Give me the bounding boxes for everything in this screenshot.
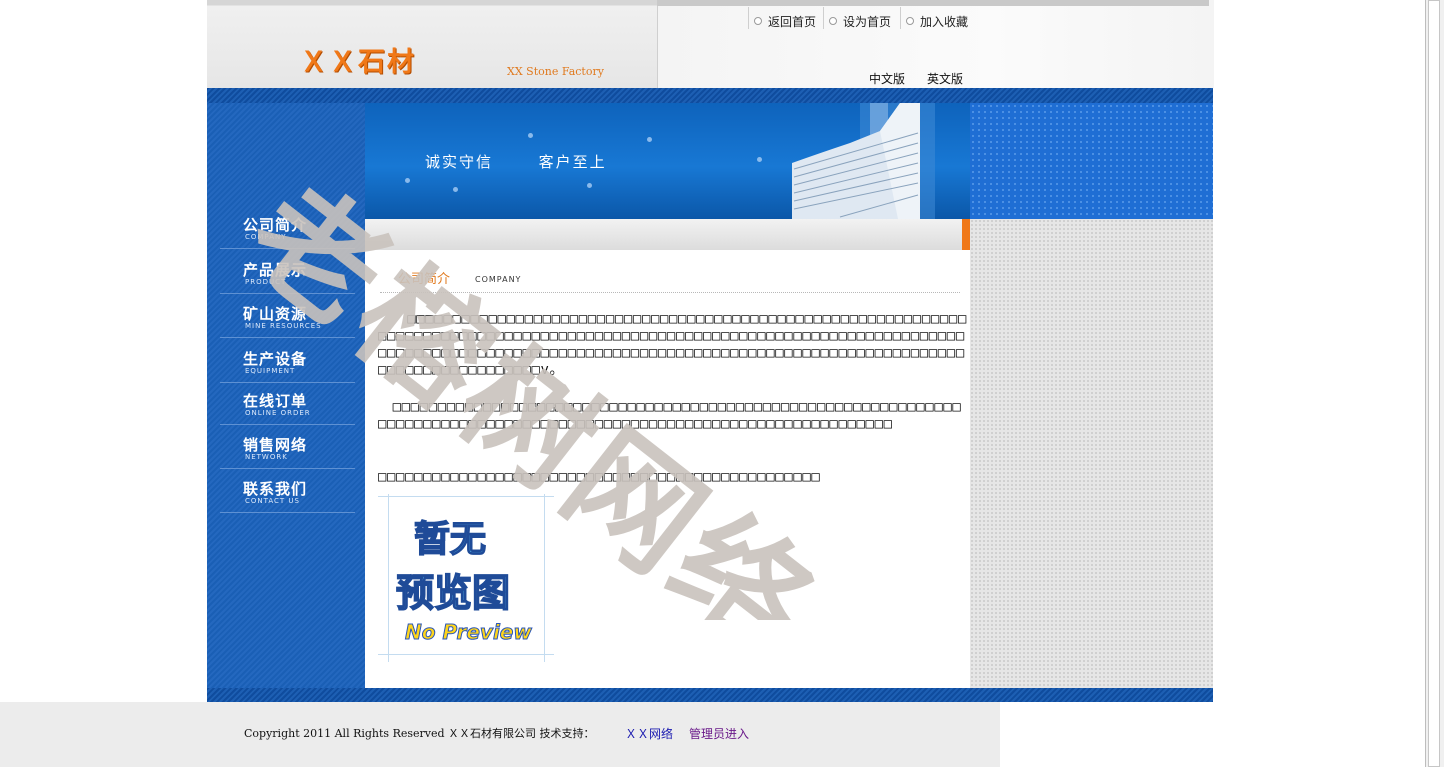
divider — [748, 7, 749, 29]
dot-icon — [754, 17, 762, 25]
nav-label: 产品展示 — [243, 261, 308, 279]
nav-item-online-order[interactable]: 在线订单 ONLINE ORDER — [220, 380, 355, 425]
top-link-label: 返回首页 — [768, 14, 817, 29]
preview-text-english: No Preview — [405, 620, 533, 645]
star-icon — [757, 157, 762, 162]
right-blue-panel — [970, 103, 1213, 219]
nav-label-english: ONLINE ORDER — [245, 409, 311, 417]
nav-item-contact[interactable]: 联系我们 CONTACT US — [220, 468, 355, 513]
nav-item-products[interactable]: 产品展示 PRODUCT — [220, 249, 355, 294]
lang-chinese-link[interactable]: 中文版 — [869, 70, 905, 87]
nav-item-mine-resources[interactable]: 矿山资源 MINE RESOURCES — [220, 293, 355, 338]
preview-text: 预览图 — [395, 570, 511, 616]
nav-label: 矿山资源 — [243, 305, 308, 323]
right-grey-panel — [970, 219, 1213, 688]
nav-label-english: PRODUCT — [245, 278, 287, 286]
nav-label: 联系我们 — [243, 480, 308, 498]
top-link-home[interactable]: 返回首页 — [748, 7, 817, 31]
nav-label: 生产设备 — [243, 350, 308, 368]
nav-label-english: COMPANY — [245, 233, 287, 241]
section-title: 公司简介 — [398, 272, 451, 287]
scrollbar-thumb[interactable] — [1428, 0, 1440, 767]
support-link[interactable]: ＸＸ网络 — [625, 725, 673, 742]
header-top-strip — [657, 0, 1209, 6]
copyright-text: Copyright 2011 All Rights Reserved ＸＸ石材有… — [244, 727, 595, 740]
nav-label-english: EQUIPMENT — [245, 367, 296, 375]
banner: 诚实守信 客户至上 — [365, 103, 970, 219]
no-preview-image: 暂无 预览图 No Preview — [378, 494, 554, 662]
nav-label-english: NETWORK — [245, 453, 288, 461]
content-header-accent — [962, 219, 970, 250]
lang-english-link[interactable]: 英文版 — [927, 70, 963, 87]
nav-item-company[interactable]: 公司简介 COMPANY — [220, 204, 355, 249]
banner-slogan: 诚实守信 客户至上 — [425, 151, 607, 172]
preview-text: 暂无 — [413, 518, 487, 561]
nav-label: 公司简介 — [243, 216, 308, 234]
star-icon — [587, 183, 592, 188]
top-link-set-homepage[interactable]: 设为首页 — [823, 7, 892, 31]
top-blue-bar — [207, 88, 1213, 103]
nav-label-english: CONTACT US — [245, 497, 300, 505]
slogan-part-1: 诚实守信 — [425, 153, 494, 171]
nav-label: 在线订单 — [243, 392, 308, 410]
bottom-blue-bar — [207, 688, 1213, 702]
building-image — [792, 103, 935, 219]
star-icon — [405, 178, 410, 183]
nav-item-equipment[interactable]: 生产设备 EQUIPMENT — [220, 338, 355, 383]
top-link-bookmark[interactable]: 加入收藏 — [900, 7, 969, 31]
site-logo[interactable]: ＸＸ石材 — [300, 40, 416, 79]
admin-login-link[interactable]: 管理员进入 — [689, 725, 749, 742]
divider — [900, 7, 901, 29]
divider — [823, 7, 824, 29]
section-divider — [380, 292, 960, 293]
content-paragraph: □□□□□□□□□□□□□□□□□□□□□□□□□□□□□□□□□□□□□□□□… — [378, 399, 962, 432]
star-icon — [647, 137, 652, 142]
dot-icon — [829, 17, 837, 25]
nav-label: 销售网络 — [243, 436, 308, 454]
nav-item-network[interactable]: 销售网络 NETWORK — [220, 424, 355, 469]
dot-icon — [906, 17, 914, 25]
content-paragraph: □□□□□□□□□□□□□□□□□□□□□□□□□□□□□□□□□□□□□□□□… — [378, 311, 967, 378]
top-link-label: 加入收藏 — [920, 14, 969, 29]
content-header-bar — [365, 219, 970, 250]
section-title-english: COMPANY — [475, 275, 522, 284]
slogan-part-2: 客户至上 — [538, 153, 607, 171]
site-logo-english: XX Stone Factory — [507, 65, 604, 78]
nav-label-english: MINE RESOURCES — [245, 322, 322, 330]
top-link-label: 设为首页 — [843, 14, 892, 29]
star-icon — [528, 133, 533, 138]
content-paragraph: □□□□□□□□□□□□□□□□□□□□□□□□□□□□□□□□□□□□□□□□… — [378, 469, 821, 485]
star-icon — [453, 187, 458, 192]
